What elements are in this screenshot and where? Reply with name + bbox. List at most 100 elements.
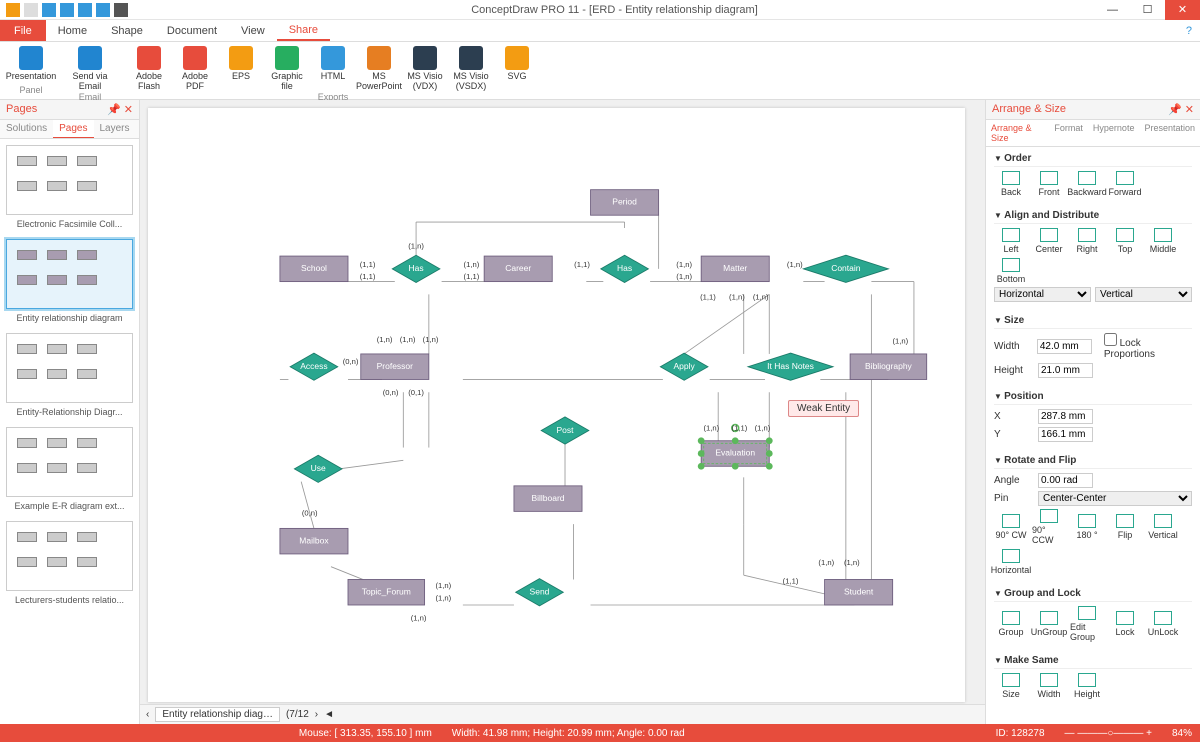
align-bottom[interactable]: Bottom xyxy=(994,258,1028,284)
grouplock-edit-group[interactable]: Edit Group xyxy=(1070,606,1104,642)
grouplock-group[interactable]: Group xyxy=(994,611,1028,637)
save-icon[interactable] xyxy=(96,3,110,17)
makesame-height[interactable]: Height xyxy=(1070,673,1104,699)
grouplock-lock[interactable]: Lock xyxy=(1108,611,1142,637)
subtab-arrange[interactable]: Arrange & Size xyxy=(986,120,1049,146)
tab-scroll-left[interactable]: ‹ xyxy=(146,709,149,720)
tab-scroll-right[interactable]: › xyxy=(315,709,318,720)
order-front[interactable]: Front xyxy=(1032,171,1066,197)
align-middle[interactable]: Middle xyxy=(1146,228,1180,254)
grouplock-ungroup[interactable]: UnGroup xyxy=(1032,611,1066,637)
status-bar: Mouse: [ 313.35, 155.10 ] mm Width: 41.9… xyxy=(0,724,1200,742)
rotate-90°-ccw[interactable]: 90° CCW xyxy=(1032,509,1066,545)
diagram-canvas[interactable]: HasHasContainAccessApplyIt Has NotesUseP… xyxy=(148,108,965,702)
pin-icon[interactable]: 📌 ✕ xyxy=(1168,103,1194,116)
ribbon-ms-powerpoint[interactable]: MS PowerPoint xyxy=(358,46,400,92)
subtab-hypernote[interactable]: Hypernote xyxy=(1088,120,1140,146)
ribbon-graphic-file[interactable]: Graphic file xyxy=(266,46,308,92)
distribute-h[interactable]: Horizontal xyxy=(994,287,1091,302)
grouplock-unlock[interactable]: UnLock xyxy=(1146,611,1180,637)
svg-text:Topic_Forum: Topic_Forum xyxy=(362,586,411,596)
order-backward[interactable]: Backward xyxy=(1070,171,1104,197)
ribbon-adobe-flash[interactable]: Adobe Flash xyxy=(128,46,170,92)
svg-text:(1,n): (1,n) xyxy=(787,260,803,269)
angle-input[interactable] xyxy=(1038,473,1093,488)
align-left[interactable]: Left xyxy=(994,228,1028,254)
status-id: ID: 128278 xyxy=(996,728,1045,739)
subtab-solutions[interactable]: Solutions xyxy=(0,120,53,138)
tab-view[interactable]: View xyxy=(229,20,277,41)
svg-text:Access: Access xyxy=(300,361,327,371)
align-center[interactable]: Center xyxy=(1032,228,1066,254)
subtab-pages[interactable]: Pages xyxy=(53,120,93,138)
subtab-format[interactable]: Format xyxy=(1049,120,1088,146)
close-button[interactable]: ✕ xyxy=(1165,0,1200,20)
window-title: ConceptDraw PRO 11 - [ERD - Entity relat… xyxy=(134,4,1095,16)
svg-text:(0,1): (0,1) xyxy=(408,388,424,397)
section-grouplock[interactable]: Group and Lock xyxy=(994,586,1192,602)
pin-label: Pin xyxy=(994,493,1034,504)
ribbon-svg[interactable]: SVG xyxy=(496,46,538,92)
angle-label: Angle xyxy=(994,475,1034,486)
undo-icon[interactable] xyxy=(60,3,74,17)
rotate-vertical[interactable]: Vertical xyxy=(1146,514,1180,540)
minimize-button[interactable]: — xyxy=(1095,0,1130,20)
tab-scroll-end[interactable]: ◄ xyxy=(324,709,334,720)
rotate-horizontal[interactable]: Horizontal xyxy=(994,549,1028,575)
new-icon[interactable] xyxy=(24,3,38,17)
section-size[interactable]: Size xyxy=(994,313,1192,329)
page-thumbnail[interactable] xyxy=(6,145,133,215)
rotate-flip[interactable]: Flip xyxy=(1108,514,1142,540)
align-top[interactable]: Top xyxy=(1108,228,1142,254)
ribbon-html[interactable]: HTML xyxy=(312,46,354,92)
rotate-180-°[interactable]: 180 ° xyxy=(1070,514,1104,540)
align-right[interactable]: Right xyxy=(1070,228,1104,254)
distribute-v[interactable]: Vertical xyxy=(1095,287,1192,302)
subtab-layers[interactable]: Layers xyxy=(94,120,136,138)
help-icon[interactable]: ? xyxy=(1186,25,1192,37)
page-thumbnail[interactable] xyxy=(6,427,133,497)
ribbon-ms-visio-(vdx)[interactable]: MS Visio (VDX) xyxy=(404,46,446,92)
file-menu[interactable]: File xyxy=(0,20,46,41)
y-input[interactable] xyxy=(1038,427,1093,442)
makesame-width[interactable]: Width xyxy=(1032,673,1066,699)
height-input[interactable] xyxy=(1038,363,1093,378)
tab-share[interactable]: Share xyxy=(277,20,330,41)
page-thumbnail[interactable] xyxy=(6,521,133,591)
page-thumbnail[interactable] xyxy=(6,239,133,309)
tab-document[interactable]: Document xyxy=(155,20,229,41)
svg-text:(1,n): (1,n) xyxy=(676,260,692,269)
rotate-90°-cw[interactable]: 90° CW xyxy=(994,514,1028,540)
page-thumbnail[interactable] xyxy=(6,333,133,403)
lock-proportions[interactable] xyxy=(1104,333,1117,346)
x-input[interactable] xyxy=(1038,409,1093,424)
section-align[interactable]: Align and Distribute xyxy=(994,208,1192,224)
section-position[interactable]: Position xyxy=(994,389,1192,405)
arrange-panel: Arrange & Size📌 ✕ Arrange & Size Format … xyxy=(985,100,1200,724)
zoom-slider[interactable]: — ———○——— + xyxy=(1065,728,1152,739)
subtab-presentation[interactable]: Presentation xyxy=(1139,120,1200,146)
section-order[interactable]: Order xyxy=(994,151,1192,167)
svg-text:(0,n): (0,n) xyxy=(343,357,359,366)
section-makesame[interactable]: Make Same xyxy=(994,653,1192,669)
tab-shape[interactable]: Shape xyxy=(99,20,155,41)
ribbon-ms-visio-(vsdx)[interactable]: MS Visio (VSDX) xyxy=(450,46,492,92)
pin-select[interactable]: Center-Center xyxy=(1038,491,1192,506)
print-icon[interactable] xyxy=(114,3,128,17)
order-forward[interactable]: Forward xyxy=(1108,171,1142,197)
ribbon-send-via-email[interactable]: Send via Email xyxy=(69,46,111,92)
open-icon[interactable] xyxy=(42,3,56,17)
makesame-size[interactable]: Size xyxy=(994,673,1028,699)
ribbon-presentation[interactable]: Presentation xyxy=(10,46,52,82)
redo-icon[interactable] xyxy=(78,3,92,17)
tab-home[interactable]: Home xyxy=(46,20,99,41)
maximize-button[interactable]: ☐ xyxy=(1130,0,1165,20)
order-back[interactable]: Back xyxy=(994,171,1028,197)
ribbon-eps[interactable]: EPS xyxy=(220,46,262,92)
svg-text:Post: Post xyxy=(557,425,575,435)
width-input[interactable] xyxy=(1037,339,1092,354)
current-page-tab[interactable]: Entity relationship diag… xyxy=(155,707,280,722)
pin-icon[interactable]: 📌 ✕ xyxy=(107,103,133,116)
section-rotate[interactable]: Rotate and Flip xyxy=(994,453,1192,469)
ribbon-adobe-pdf[interactable]: Adobe PDF xyxy=(174,46,216,92)
